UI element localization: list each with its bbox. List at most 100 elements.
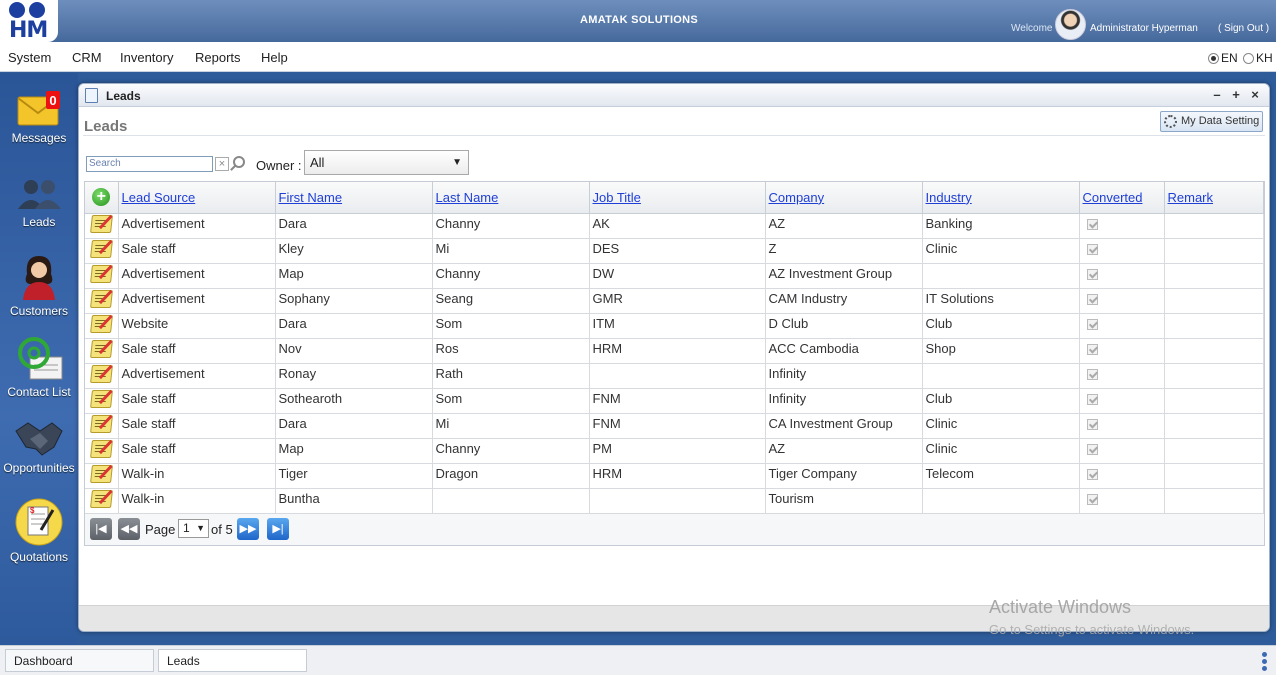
maximize-icon[interactable]: +	[1228, 87, 1244, 103]
table-row[interactable]: Advertisement Ronay Rath Infinity	[85, 363, 1264, 389]
minimize-icon[interactable]: –	[1209, 87, 1225, 103]
table-row[interactable]: Walk-in Tiger Dragon HRM Tiger Company Teleco…	[85, 463, 1264, 489]
edit-cell	[85, 313, 119, 339]
industry-cell: IT Solutions	[922, 288, 1080, 314]
page-select[interactable]: 1 ▼	[178, 518, 209, 538]
edit-note-icon[interactable]	[89, 340, 113, 358]
lang-en-radio[interactable]	[1208, 52, 1219, 64]
my-data-setting-button[interactable]: My Data Setting	[1160, 111, 1263, 132]
next-page-icon[interactable]: ▶▶	[237, 517, 259, 540]
converted-cell	[1079, 363, 1165, 389]
sidebar-item-messages[interactable]: 0 Messages	[0, 91, 78, 145]
previous-page-icon[interactable]: ◀◀	[118, 517, 140, 540]
close-icon[interactable]: ×	[1247, 87, 1263, 103]
table-row[interactable]: Sale staff Kley Mi DES Z Clinic	[85, 238, 1264, 264]
sort-company[interactable]: Company	[769, 190, 825, 205]
sidebar-item-leads[interactable]: Leads	[0, 177, 78, 229]
converted-checkbox[interactable]	[1086, 468, 1098, 480]
menu-crm[interactable]: CRM	[72, 50, 102, 65]
converted-checkbox[interactable]	[1086, 368, 1098, 380]
edit-cell	[85, 263, 119, 289]
sort-lead-source[interactable]: Lead Source	[122, 190, 196, 205]
lang-kh-option[interactable]: KH	[1243, 51, 1273, 65]
converted-checkbox[interactable]	[1086, 493, 1098, 505]
sort-industry[interactable]: Industry	[926, 190, 972, 205]
sort-first-name[interactable]: First Name	[279, 190, 343, 205]
window-titlebar[interactable]: Leads – + ×	[79, 84, 1269, 107]
table-row[interactable]: Website Dara Som ITM D Club Club	[85, 313, 1264, 339]
last-name-cell: Mi	[432, 238, 590, 264]
add-icon[interactable]: +	[92, 188, 111, 207]
svg-text:$: $	[30, 506, 35, 515]
table-row[interactable]: Sale staff Sothearoth Som FNM Infinity Club	[85, 388, 1264, 414]
sidebar-item-contact-list[interactable]: Contact List	[0, 335, 78, 399]
converted-checkbox[interactable]	[1086, 418, 1098, 430]
search-icon[interactable]	[233, 156, 245, 168]
edit-note-icon[interactable]	[89, 265, 113, 283]
lead-source-cell: Sale staff	[118, 338, 276, 364]
first-page-icon[interactable]: |◀	[90, 517, 112, 540]
job-title-cell: HRM	[589, 338, 766, 364]
converted-checkbox[interactable]	[1086, 343, 1098, 355]
converted-checkbox[interactable]	[1086, 218, 1098, 230]
messages-badge: 0	[49, 93, 56, 108]
table-row[interactable]: Walk-in Buntha Tourism	[85, 488, 1264, 514]
table-row[interactable]: Sale staff Nov Ros HRM ACC Cambodia Shop	[85, 338, 1264, 364]
edit-note-icon[interactable]	[89, 440, 113, 458]
edit-note-icon[interactable]	[89, 390, 113, 408]
company-cell: CA Investment Group	[765, 413, 923, 439]
last-page-icon[interactable]: ▶|	[267, 517, 289, 540]
converted-checkbox[interactable]	[1086, 293, 1098, 305]
converted-checkbox[interactable]	[1086, 243, 1098, 255]
table-row[interactable]: Advertisement Sophany Seang GMR CAM Industry…	[85, 288, 1264, 314]
lead-source-cell: Sale staff	[118, 238, 276, 264]
edit-note-icon[interactable]	[89, 490, 113, 508]
table-row[interactable]: Sale staff Map Channy PM AZ Clinic	[85, 438, 1264, 464]
sidebar-item-customers[interactable]: Customers	[0, 254, 78, 318]
edit-note-icon[interactable]	[89, 215, 113, 233]
sign-out-link[interactable]: ( Sign Out )	[1218, 23, 1269, 34]
app-logo[interactable]: HM	[0, 0, 58, 43]
owner-select[interactable]: All ▼	[304, 150, 469, 175]
clear-icon[interactable]: ×	[215, 157, 229, 171]
remark-cell	[1164, 338, 1264, 364]
sort-job-title[interactable]: Job Title	[593, 190, 641, 205]
contact-list-icon	[18, 337, 63, 380]
converted-checkbox[interactable]	[1086, 393, 1098, 405]
chevron-down-icon: ▼	[452, 157, 462, 168]
sort-remark[interactable]: Remark	[1168, 190, 1214, 205]
menu-inventory[interactable]: Inventory	[120, 50, 173, 65]
sidebar-item-opportunities[interactable]: Opportunities	[0, 419, 78, 475]
sort-converted[interactable]: Converted	[1083, 190, 1143, 205]
edit-note-icon[interactable]	[89, 290, 113, 308]
more-options-icon[interactable]	[1262, 652, 1267, 673]
menu-system[interactable]: System	[8, 50, 51, 65]
edit-cell	[85, 388, 119, 414]
lang-kh-radio[interactable]	[1243, 52, 1254, 64]
tab-dashboard[interactable]: Dashboard	[5, 649, 154, 672]
lang-en-option[interactable]: EN	[1208, 51, 1238, 65]
sort-last-name[interactable]: Last Name	[436, 190, 499, 205]
edit-note-icon[interactable]	[89, 315, 113, 333]
edit-cell	[85, 363, 119, 389]
tab-leads[interactable]: Leads	[158, 649, 307, 672]
edit-note-icon[interactable]	[89, 365, 113, 383]
converted-checkbox[interactable]	[1086, 443, 1098, 455]
table-row[interactable]: Advertisement Map Channy DW AZ Investment Gr…	[85, 263, 1264, 289]
edit-note-icon[interactable]	[89, 415, 113, 433]
sidebar-item-quotations[interactable]: $ Quotations	[0, 498, 78, 564]
converted-checkbox[interactable]	[1086, 268, 1098, 280]
edit-cell	[85, 413, 119, 439]
table-row[interactable]: Advertisement Dara Channy AK AZ Banking	[85, 213, 1264, 239]
handshake-icon	[15, 422, 63, 456]
table-header-row: + Lead Source First Name Last Name Job T…	[85, 182, 1264, 214]
table-row[interactable]: Sale staff Dara Mi FNM CA Investment Group Cl…	[85, 413, 1264, 439]
search-input[interactable]: Search	[86, 156, 213, 172]
edit-note-icon[interactable]	[89, 240, 113, 258]
edit-note-icon[interactable]	[89, 465, 113, 483]
converted-checkbox[interactable]	[1086, 318, 1098, 330]
document-icon	[85, 88, 98, 103]
menu-reports[interactable]: Reports	[195, 50, 241, 65]
menu-help[interactable]: Help	[261, 50, 288, 65]
remark-cell	[1164, 438, 1264, 464]
